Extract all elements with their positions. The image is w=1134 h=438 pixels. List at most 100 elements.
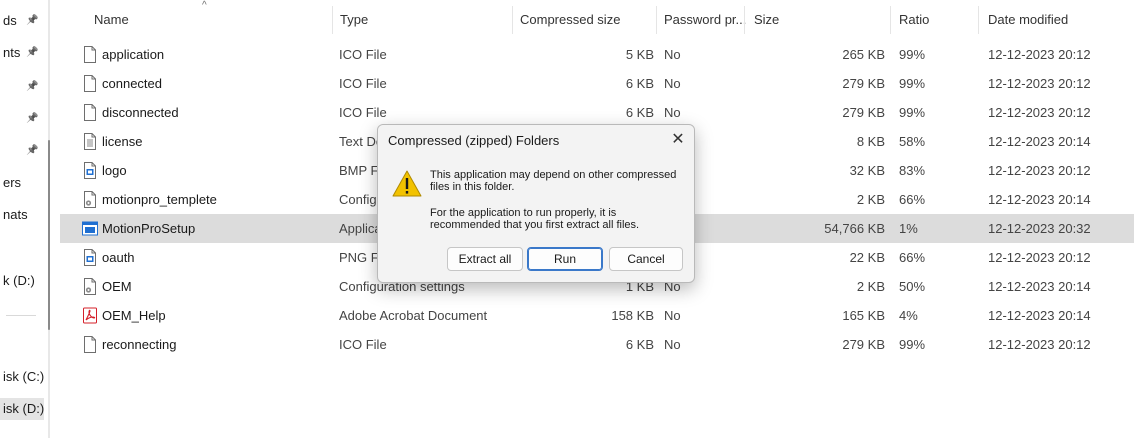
text-file-icon <box>84 133 96 150</box>
config-file-icon <box>84 191 96 208</box>
file-name: MotionProSetup <box>102 221 196 236</box>
compression-ratio: 83% <box>899 163 926 178</box>
column-divider[interactable] <box>512 6 513 34</box>
file-name: license <box>102 134 143 149</box>
config-file-icon <box>84 278 96 295</box>
column-divider[interactable] <box>890 6 891 34</box>
date-modified: 12-12-2023 20:32 <box>988 221 1091 236</box>
compression-ratio: 50% <box>899 279 926 294</box>
compression-ratio: 66% <box>899 250 926 265</box>
compression-ratio: 99% <box>899 105 926 120</box>
nav-item[interactable]: k (D:) <box>0 270 44 292</box>
run-button[interactable]: Run <box>527 247 603 271</box>
application-icon <box>82 221 98 236</box>
column-password[interactable]: Password pr... <box>664 0 746 40</box>
compressed-size: 6 KB <box>625 105 654 120</box>
file-name: disconnected <box>102 105 179 120</box>
column-divider[interactable] <box>978 6 979 34</box>
nav-item[interactable]: isk (D:) <box>0 398 44 420</box>
nav-item[interactable]: nts 📌 <box>0 42 44 64</box>
password-protected: No <box>664 308 681 323</box>
sort-ascending-icon: ^ <box>202 0 207 11</box>
nav-item-label: isk (C:) <box>3 369 44 384</box>
extract-all-button[interactable]: Extract all <box>447 247 523 271</box>
pdf-icon <box>83 307 97 324</box>
dialog-message-dependency: This application may depend on other com… <box>430 169 677 193</box>
file-row[interactable]: OEM_Help Adobe Acrobat Document 158 KB No 16… <box>60 301 1134 330</box>
compressed-folders-dialog: Compressed (zipped) Folders ✕ This appli… <box>377 124 695 283</box>
pin-icon: 📌 <box>26 145 39 156</box>
file-size: 54,766 KB <box>824 221 885 236</box>
file-name: application <box>102 47 165 62</box>
compressed-size: 5 KB <box>625 47 654 62</box>
date-modified: 12-12-2023 20:12 <box>988 76 1091 91</box>
compression-ratio: 99% <box>899 337 926 352</box>
nav-item-label: ds <box>3 13 17 28</box>
file-type: ICO File <box>339 76 387 91</box>
file-type: ICO File <box>339 105 387 120</box>
nav-item[interactable]: nats <box>0 204 44 226</box>
file-row[interactable]: disconnected ICO File 6 KB No 279 KB 99% 12-12… <box>60 98 1134 127</box>
file-name: connected <box>102 76 162 91</box>
pin-icon: 📌 <box>26 81 39 92</box>
column-divider[interactable] <box>656 6 657 34</box>
date-modified: 12-12-2023 20:14 <box>988 308 1091 323</box>
compression-ratio: 4% <box>899 308 918 323</box>
date-modified: 12-12-2023 20:14 <box>988 279 1091 294</box>
dialog-title: Compressed (zipped) Folders <box>388 133 560 148</box>
nav-item-label: isk (D:) <box>3 401 44 416</box>
cancel-button[interactable]: Cancel <box>609 247 683 271</box>
nav-divider <box>6 315 36 316</box>
column-type[interactable]: Type <box>340 0 368 40</box>
compression-ratio: 58% <box>899 134 926 149</box>
file-icon <box>84 336 96 353</box>
compression-ratio: 99% <box>899 76 926 91</box>
nav-scrollbar-thumb[interactable] <box>48 140 50 330</box>
image-file-icon <box>84 249 96 266</box>
column-divider[interactable] <box>332 6 333 34</box>
nav-item[interactable]: 📌 <box>0 140 44 162</box>
date-modified: 12-12-2023 20:14 <box>988 192 1091 207</box>
file-type: ICO File <box>339 47 387 62</box>
nav-item[interactable]: 📌 <box>0 76 44 98</box>
column-compressed-size[interactable]: Compressed size <box>520 0 620 40</box>
file-size: 279 KB <box>842 337 885 352</box>
nav-item-label: nats <box>3 207 28 222</box>
file-size: 2 KB <box>856 192 885 207</box>
column-date-modified[interactable]: Date modified <box>988 0 1068 40</box>
file-icon <box>84 104 96 121</box>
column-ratio[interactable]: Ratio <box>899 0 929 40</box>
nav-item[interactable]: 📌 <box>0 108 44 130</box>
nav-item[interactable]: isk (C:) <box>0 366 44 388</box>
column-divider[interactable] <box>744 6 745 34</box>
compressed-size: 6 KB <box>625 337 654 352</box>
pin-icon: 📌 <box>26 15 39 26</box>
pin-icon: 📌 <box>26 47 39 58</box>
file-name: motionpro_templete <box>102 192 217 207</box>
date-modified: 12-12-2023 20:14 <box>988 134 1091 149</box>
warning-icon <box>392 170 422 197</box>
file-name: oauth <box>102 250 135 265</box>
file-type: Adobe Acrobat Document <box>339 308 488 323</box>
nav-item-label: nts <box>3 45 21 60</box>
file-row[interactable]: application ICO File 5 KB No 265 KB 99% 12-12-… <box>60 40 1134 69</box>
date-modified: 12-12-2023 20:12 <box>988 250 1091 265</box>
password-protected: No <box>664 76 681 91</box>
file-size: 22 KB <box>849 250 885 265</box>
file-size: 2 KB <box>856 279 885 294</box>
nav-item-label: k (D:) <box>3 273 35 288</box>
dialog-message-recommendation: For the application to run properly, it … <box>430 207 640 231</box>
column-name[interactable]: Name <box>94 0 129 40</box>
file-name: OEM <box>102 279 132 294</box>
file-row[interactable]: connected ICO File 6 KB No 279 KB 99% 12-12-20… <box>60 69 1134 98</box>
close-icon[interactable]: ✕ <box>668 130 688 150</box>
nav-item[interactable]: ers <box>0 172 44 194</box>
file-icon <box>84 46 96 63</box>
compression-ratio: 66% <box>899 192 926 207</box>
date-modified: 12-12-2023 20:12 <box>988 337 1091 352</box>
file-row[interactable]: reconnecting ICO File 6 KB No 279 KB 99% 12-12… <box>60 330 1134 359</box>
column-size[interactable]: Size <box>754 0 779 40</box>
date-modified: 12-12-2023 20:12 <box>988 47 1091 62</box>
nav-item[interactable]: ds 📌 <box>0 10 44 32</box>
compression-ratio: 99% <box>899 47 926 62</box>
